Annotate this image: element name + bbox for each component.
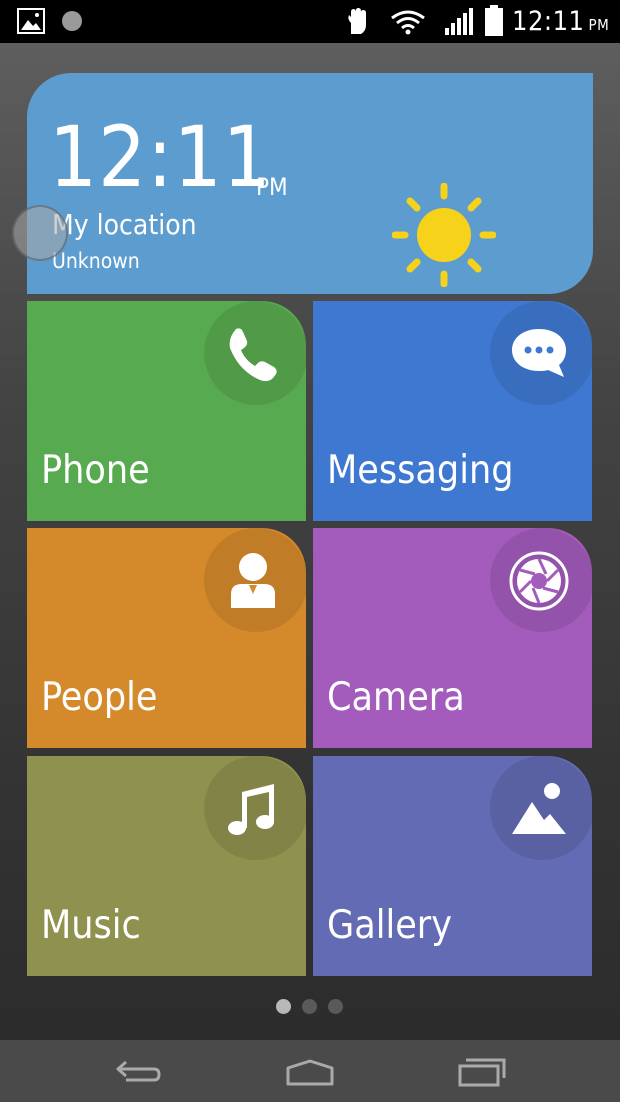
recent-apps-icon bbox=[458, 1058, 506, 1087]
messaging-label: Messaging bbox=[327, 448, 514, 493]
messaging-tile[interactable]: Messaging bbox=[313, 301, 592, 521]
gallery-tile[interactable]: Gallery bbox=[313, 756, 592, 976]
touch-indicator bbox=[12, 205, 68, 261]
circle-notification-icon bbox=[62, 11, 82, 31]
camera-aperture-icon bbox=[509, 551, 569, 611]
widget-ampm: PM bbox=[256, 173, 288, 201]
wifi-icon bbox=[391, 10, 425, 35]
home-button[interactable] bbox=[250, 1040, 370, 1102]
back-button[interactable] bbox=[78, 1040, 198, 1102]
status-bar: 12:11 PM bbox=[0, 0, 620, 43]
status-bar-time: 12:11 bbox=[512, 6, 585, 37]
widget-location-status: Unknown bbox=[52, 249, 140, 273]
music-label: Music bbox=[41, 903, 141, 948]
page-indicator bbox=[0, 999, 620, 1019]
signal-icon bbox=[445, 8, 473, 35]
people-tile[interactable]: People bbox=[27, 528, 306, 748]
recent-apps-button[interactable] bbox=[422, 1040, 542, 1102]
page-dot-3[interactable] bbox=[328, 999, 343, 1014]
people-label: People bbox=[41, 675, 158, 720]
widget-clock: 12:11 bbox=[49, 108, 272, 206]
phone-icon bbox=[229, 328, 277, 382]
glove-icon bbox=[348, 8, 366, 34]
landscape-icon bbox=[512, 783, 566, 834]
status-bar-ampm: PM bbox=[588, 16, 610, 34]
sun-icon bbox=[392, 183, 496, 287]
page-dot-1[interactable] bbox=[276, 999, 291, 1014]
home-icon bbox=[286, 1059, 334, 1086]
navigation-bar bbox=[0, 1040, 620, 1102]
person-icon bbox=[231, 553, 275, 608]
home-screen: 12:11 PM My location Unknown Phone Messa… bbox=[0, 43, 620, 1040]
status-bar-clock: 12:11 PM bbox=[512, 6, 609, 37]
phone-tile[interactable]: Phone bbox=[27, 301, 306, 521]
gallery-label: Gallery bbox=[327, 903, 452, 948]
widget-location: My location bbox=[52, 208, 197, 241]
music-note-icon bbox=[228, 784, 274, 835]
battery-icon bbox=[485, 5, 503, 36]
gallery-notification-icon bbox=[17, 8, 45, 34]
phone-label: Phone bbox=[41, 448, 150, 493]
camera-tile[interactable]: Camera bbox=[313, 528, 592, 748]
music-tile[interactable]: Music bbox=[27, 756, 306, 976]
camera-label: Camera bbox=[327, 675, 465, 720]
back-icon bbox=[116, 1060, 161, 1082]
page-dot-2[interactable] bbox=[302, 999, 317, 1014]
clock-weather-widget[interactable]: 12:11 PM My location Unknown bbox=[27, 73, 593, 294]
message-bubble-icon bbox=[512, 329, 566, 377]
